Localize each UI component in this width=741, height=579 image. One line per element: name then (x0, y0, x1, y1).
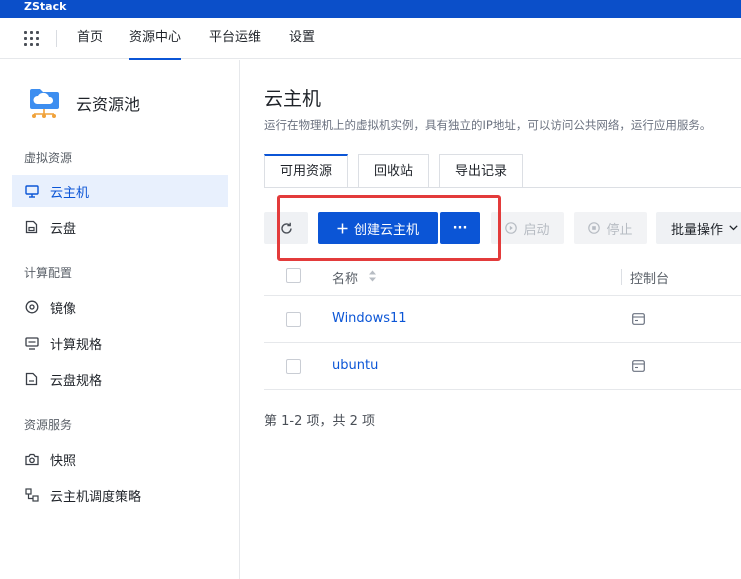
section-title-compute: 计算配置 (24, 266, 73, 280)
chevron-down-icon (729, 225, 738, 231)
resource-pool-header: 云资源池 (24, 85, 140, 121)
spec-monitor-icon (24, 336, 39, 351)
disk-icon (24, 220, 39, 235)
stop-button[interactable]: 停止 (574, 212, 647, 244)
sidebar: 云资源池 虚拟资源 云主机 云盘 计算配置 镜像 计算规格 云盘规格 资源服务 (0, 60, 240, 579)
stop-label: 停止 (606, 222, 633, 238)
column-header-console: 控制台 (630, 272, 670, 287)
vm-name-link[interactable]: ubuntu (332, 358, 378, 373)
play-circle-icon (505, 222, 518, 234)
section-title-services: 资源服务 (24, 418, 73, 432)
start-button[interactable]: 启动 (491, 212, 564, 244)
sidebar-item-snapshot[interactable]: 快照 (12, 443, 228, 475)
vm-name-link[interactable]: Windows11 (332, 311, 407, 326)
sidebar-item-compute-spec[interactable]: 计算规格 (12, 327, 228, 359)
camera-icon (24, 452, 39, 467)
top-nav: 首页 资源中心 平台运维 设置 (0, 18, 741, 60)
nav-item-settings[interactable]: 设置 (289, 18, 315, 59)
console-icon[interactable] (632, 313, 645, 325)
sidebar-item-label: 云盘规格 (50, 373, 103, 389)
brand-bar: ZStack (0, 0, 741, 18)
sidebar-item-disk-spec[interactable]: 云盘规格 (12, 363, 228, 395)
tab-available[interactable]: 可用资源 (264, 154, 349, 188)
column-divider (621, 269, 622, 285)
sidebar-item-label: 快照 (50, 453, 77, 469)
tab-export-records[interactable]: 导出记录 (439, 154, 524, 188)
nav-item-home[interactable]: 首页 (77, 18, 103, 59)
sidebar-item-image[interactable]: 镜像 (12, 291, 228, 323)
console-icon[interactable] (632, 360, 645, 372)
pagination-summary: 第 1-2 项，共 2 项 (264, 414, 376, 429)
select-all-checkbox[interactable] (286, 268, 301, 283)
sidebar-item-label: 镜像 (50, 301, 77, 317)
tab-recycle-bin[interactable]: 回收站 (358, 154, 430, 188)
main-content: 云主机 运行在物理机上的虚拟机实例，具有独立的IP地址，可以访问公共网络，运行应… (241, 60, 741, 579)
column-header-name[interactable]: 名称 (332, 268, 358, 287)
vm-table: 名称 控制台 Windows11 ubuntu (264, 258, 741, 390)
document-icon (24, 372, 39, 387)
page-description: 运行在物理机上的虚拟机实例，具有独立的IP地址，可以访问公共网络，运行应用服务。 (264, 118, 712, 132)
resource-pool-title: 云资源池 (76, 95, 141, 114)
table-row: ubuntu (264, 343, 741, 390)
policy-icon (24, 488, 39, 503)
cloud-pool-icon (30, 89, 59, 118)
disc-icon (24, 300, 39, 315)
sidebar-item-label: 计算规格 (50, 337, 103, 353)
highlight-box (277, 195, 501, 261)
table-row: Windows11 (264, 296, 741, 343)
app-grid-icon[interactable] (24, 31, 39, 46)
sidebar-item-disk[interactable]: 云盘 (12, 211, 228, 243)
sidebar-item-label: 云主机 (50, 185, 90, 201)
monitor-icon (24, 184, 39, 199)
page-title: 云主机 (264, 88, 322, 110)
batch-actions-dropdown[interactable]: 批量操作 (656, 212, 741, 244)
batch-actions-label: 批量操作 (671, 222, 724, 238)
section-title-virtual: 虚拟资源 (24, 151, 73, 165)
nav-divider (56, 30, 57, 47)
sidebar-item-scheduling-policy[interactable]: 云主机调度策略 (12, 479, 228, 511)
row-checkbox[interactable] (286, 359, 301, 374)
nav-item-resource-center[interactable]: 资源中心 (129, 18, 182, 60)
sidebar-item-vm[interactable]: 云主机 (12, 175, 228, 207)
tabs-divider (264, 187, 741, 188)
brand-logo: ZStack (24, 0, 67, 13)
sort-icon[interactable] (368, 269, 377, 283)
start-label: 启动 (523, 222, 550, 238)
nav-item-platform-ops[interactable]: 平台运维 (209, 18, 261, 59)
table-header-row: 名称 控制台 (264, 258, 741, 296)
tabs: 可用资源 回收站 导出记录 (264, 154, 533, 188)
sidebar-item-label: 云盘 (50, 221, 77, 237)
stop-circle-icon (588, 222, 601, 234)
sidebar-item-label: 云主机调度策略 (50, 489, 142, 505)
row-checkbox[interactable] (286, 312, 301, 327)
